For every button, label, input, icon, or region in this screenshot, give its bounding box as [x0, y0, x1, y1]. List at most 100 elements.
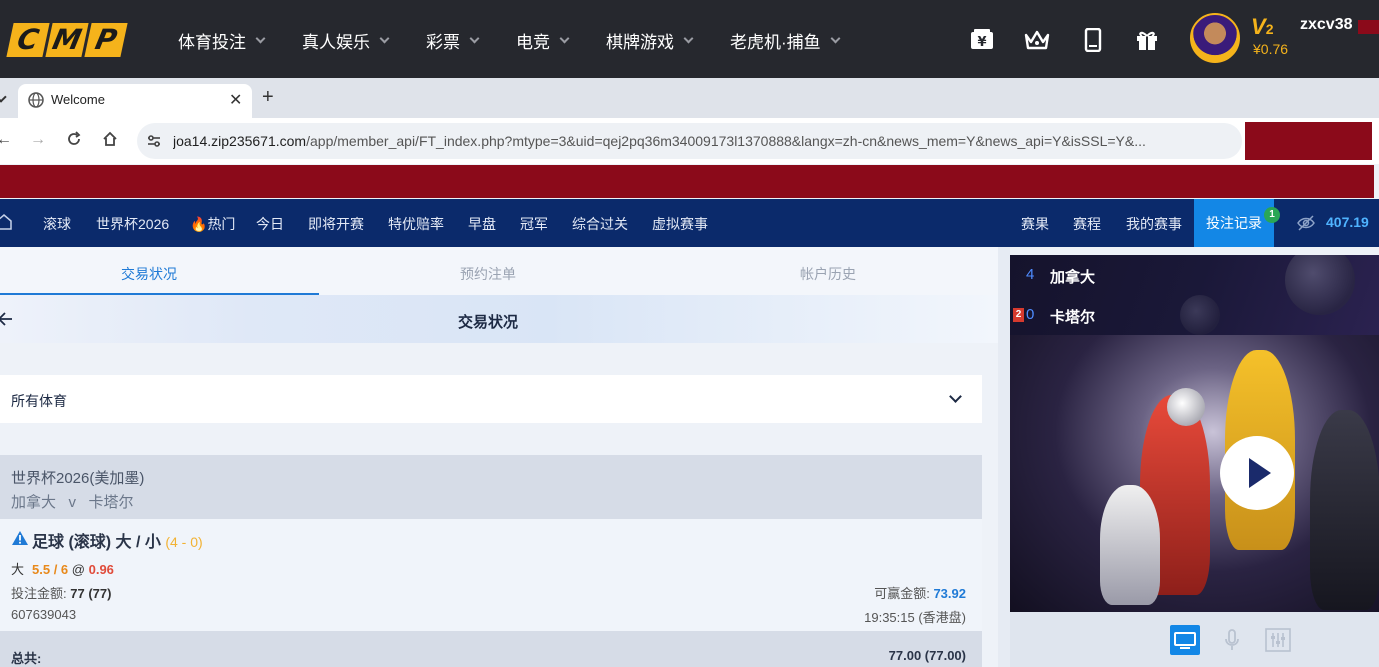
bet-record-count-badge: 1 — [1264, 207, 1280, 223]
sport-tab-inplay[interactable]: 滚球 — [43, 214, 71, 234]
sport-tab-virtual[interactable]: 虚拟赛事 — [652, 214, 708, 234]
league-name: 世界杯2026(美加墨) — [11, 470, 145, 487]
away-team-name: 卡塔尔 — [1050, 309, 1096, 326]
new-tab-plus-icon[interactable]: + — [262, 86, 274, 109]
chevron-down-icon — [469, 33, 480, 44]
decorative-ball — [1180, 295, 1220, 335]
site-settings-icon[interactable] — [146, 133, 162, 149]
chevron-down-icon — [683, 33, 694, 44]
play-icon — [1249, 458, 1271, 488]
tab-title: Welcome — [51, 92, 105, 107]
total-amount: 77.00 (77.00) — [888, 648, 966, 663]
hide-balance-eye-icon[interactable] — [1297, 214, 1315, 232]
away-score: 0 — [1026, 306, 1035, 323]
forward-arrow-icon[interactable]: → — [30, 131, 46, 149]
chevron-down-icon — [255, 33, 266, 44]
sport-tab-boosted-odds[interactable]: 特优赔率 — [388, 214, 444, 234]
bet-score: (4 - 0) — [165, 534, 203, 550]
chevron-down-icon — [559, 33, 570, 44]
account-balance: 407.19 — [1326, 214, 1369, 230]
browser-tab[interactable]: Welcome ✕ — [18, 84, 252, 118]
svg-text:¥: ¥ — [977, 35, 986, 50]
logo-letter: M — [45, 23, 89, 57]
results-link[interactable]: 赛果 — [1021, 214, 1049, 234]
home-team-name: 加拿大 — [1050, 269, 1096, 286]
warning-triangle-icon — [12, 531, 28, 545]
bet-type: 足球 (滚球) 大 / 小 (4 - 0) — [32, 534, 203, 551]
back-arrow-icon[interactable]: ← — [0, 131, 12, 149]
panel-gutter — [998, 247, 1010, 667]
red-card-count: 2 — [1013, 308, 1024, 322]
sport-tab-parlay[interactable]: 综合过关 — [572, 214, 628, 234]
nav-sports-betting[interactable]: 体育投注 — [178, 28, 266, 53]
wallet-balance: ¥0.76 — [1253, 41, 1289, 57]
football — [1167, 388, 1205, 426]
sport-tab-worldcup[interactable]: 世界杯2026 — [96, 214, 169, 234]
my-events-link[interactable]: 我的赛事 — [1126, 214, 1182, 234]
close-tab-icon[interactable]: ✕ — [229, 90, 242, 110]
home-icon[interactable] — [0, 213, 12, 231]
tab-scheduled-bets[interactable]: 预约注单 — [460, 264, 516, 284]
microphone-icon[interactable] — [1217, 625, 1247, 655]
player-figure — [1100, 485, 1160, 605]
event-teams: 加拿大 v 卡塔尔 — [11, 494, 134, 511]
nav-esports[interactable]: 电竞 — [516, 28, 570, 53]
logo-letter: C — [6, 23, 50, 57]
total-label: 总共: — [11, 651, 42, 666]
vip-level-badge: V2 — [1251, 14, 1274, 39]
sport-filter-value: 所有体育 — [11, 393, 67, 409]
home-score: 4 — [1026, 266, 1035, 283]
bet-record-button[interactable]: 投注记录 — [1194, 199, 1274, 247]
player-figure — [1310, 410, 1379, 610]
sport-tab-hot[interactable]: 🔥热门 — [190, 214, 235, 234]
redaction-block — [0, 165, 1374, 198]
chevron-down-icon — [830, 33, 841, 44]
bet-handicap: 5.5 / 6 — [32, 562, 69, 577]
fire-icon: 🔥 — [190, 216, 208, 232]
nav-live-casino[interactable]: 真人娱乐 — [302, 28, 390, 53]
page-title: 交易状况 — [457, 314, 518, 331]
sport-tab-upcoming[interactable]: 即将开赛 — [308, 214, 364, 234]
reload-icon[interactable] — [66, 131, 82, 152]
play-button[interactable] — [1220, 436, 1294, 510]
sport-tab-early[interactable]: 早盘 — [468, 214, 496, 234]
home-icon[interactable] — [102, 131, 118, 152]
potential-win: 可赢金额: 73.92 — [874, 586, 966, 601]
bet-selection: 大 5.5 / 6 @ 0.96 — [11, 562, 114, 577]
url-text: joa14.zip235671.com/app/member_api/FT_in… — [173, 133, 1146, 149]
username[interactable]: zxcv38 — [1300, 16, 1353, 34]
nav-lottery[interactable]: 彩票 — [426, 28, 480, 53]
avatar[interactable] — [1190, 13, 1240, 63]
redaction-block — [1245, 122, 1372, 160]
total-bar: 总共: 77.00 (77.00) — [0, 631, 982, 667]
tab-account-history[interactable]: 帐户历史 — [800, 264, 856, 284]
bet-time: 19:35:15 (香港盘) — [864, 610, 966, 625]
sport-tab-outright[interactable]: 冠军 — [520, 214, 548, 234]
tab-trading-status[interactable]: 交易状况 — [121, 264, 177, 284]
video-monitor-icon[interactable] — [1170, 625, 1200, 655]
bet-odds: 0.96 — [88, 562, 114, 577]
cmp-logo[interactable]: C M P — [6, 23, 128, 57]
decorative-ball — [1285, 255, 1355, 315]
chevron-down-icon — [949, 390, 962, 403]
redaction-block — [1358, 20, 1379, 34]
ticket-id: 607639043 — [11, 607, 77, 622]
top-nav: 体育投注 真人娱乐 彩票 电竞 棋牌游戏 老虎机·捕鱼 — [178, 28, 877, 53]
stats-sliders-icon[interactable] — [1263, 625, 1293, 655]
gift-icon[interactable] — [1134, 27, 1160, 53]
nav-slots-fishing[interactable]: 老虎机·捕鱼 — [730, 28, 841, 53]
sport-nav: 滚球 世界杯2026 🔥热门 今日 即将开赛 特优赔率 早盘 冠军 综合过关 虚… — [0, 199, 1379, 247]
mobile-icon[interactable] — [1080, 27, 1106, 53]
sport-tab-today[interactable]: 今日 — [256, 214, 284, 234]
schedule-link[interactable]: 赛程 — [1073, 214, 1101, 234]
nav-card-games[interactable]: 棋牌游戏 — [606, 28, 694, 53]
event-header: 世界杯2026(美加墨) 加拿大 v 卡塔尔 — [0, 455, 982, 519]
url-input[interactable]: joa14.zip235671.com/app/member_api/FT_in… — [137, 123, 1242, 159]
crown-icon[interactable] — [1024, 27, 1050, 53]
sport-filter-select[interactable]: 所有体育 — [0, 375, 982, 423]
globe-icon — [28, 92, 44, 108]
logo-letter: P — [84, 23, 128, 57]
chevron-down-icon — [379, 33, 390, 44]
yen-wallet-icon[interactable]: ¥ — [969, 27, 995, 53]
stake-amount: 投注金额: 77 (77) — [11, 586, 112, 601]
